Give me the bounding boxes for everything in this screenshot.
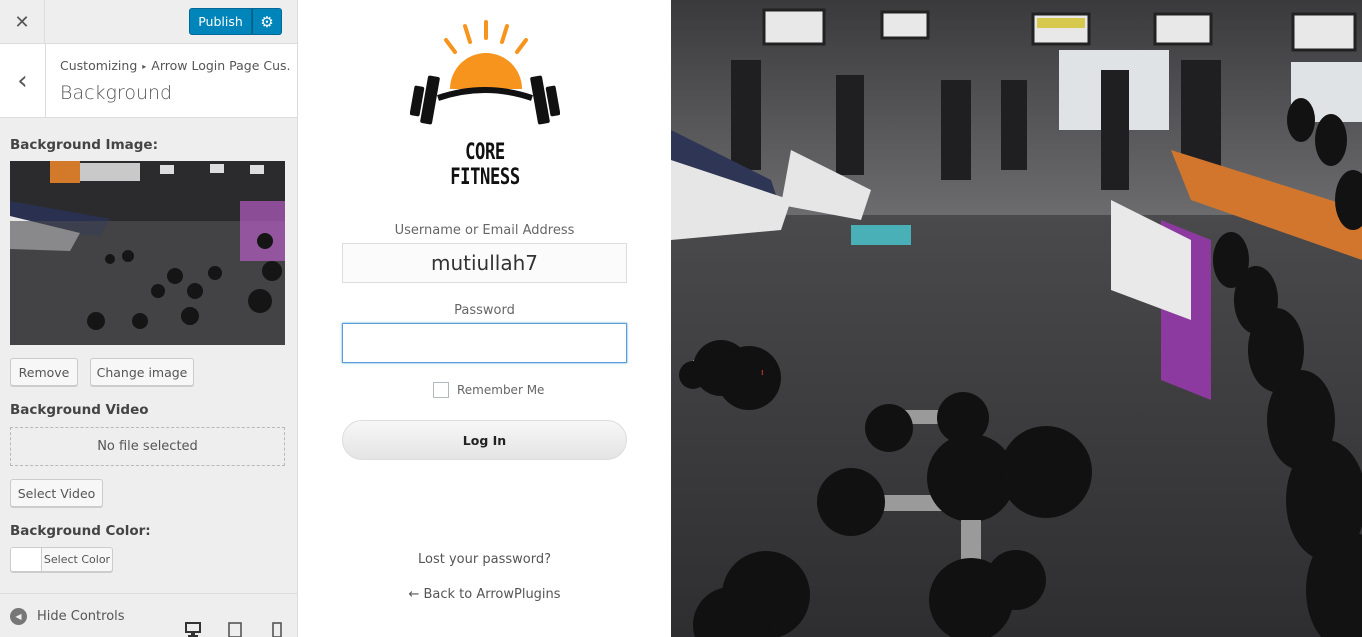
login-background-image: ı: [671, 0, 1362, 637]
publish-button[interactable]: Publish: [189, 8, 252, 35]
collapse-icon: ◀: [10, 608, 27, 625]
change-image-button[interactable]: Change image: [90, 358, 194, 386]
password-label: Password: [454, 303, 515, 318]
section-header: ‹ Customizing ▸ Arrow Login Page Cus... Ba…: [0, 44, 297, 118]
customizer-sidebar: ✕ Publish ⚙ ‹ Customizing ▸ Arrow Login Pa…: [0, 0, 298, 637]
customizer-footer: ◀ Hide Controls: [0, 593, 297, 637]
remove-image-button[interactable]: Remove: [10, 358, 78, 386]
publish-settings-button[interactable]: ⚙: [252, 8, 282, 35]
remember-me-row: Remember Me: [433, 382, 544, 398]
section-title: Background: [60, 82, 173, 104]
background-image-thumbnail[interactable]: [10, 161, 285, 345]
username-label: Username or Email Address: [394, 223, 575, 238]
desktop-icon[interactable]: [185, 620, 201, 637]
hide-controls-button[interactable]: ◀ Hide Controls: [10, 608, 125, 625]
username-input[interactable]: mutiullah7: [342, 243, 627, 283]
gear-icon: ⚙: [260, 12, 274, 31]
customizer-header: ✕ Publish ⚙: [0, 0, 297, 44]
chevron-left-icon: ‹: [17, 65, 28, 96]
password-input[interactable]: [342, 323, 627, 363]
tablet-icon[interactable]: [227, 620, 243, 637]
lost-password-link[interactable]: Lost your password?: [342, 552, 627, 567]
background-color-label: Background Color:: [10, 523, 151, 539]
breadcrumb-parent: Customizing: [60, 58, 138, 73]
mobile-icon[interactable]: [269, 620, 285, 637]
select-color-label: Select Color: [43, 553, 111, 566]
select-video-button[interactable]: Select Video: [10, 479, 103, 507]
breadcrumb-current: Arrow Login Page Cus...: [151, 58, 290, 73]
sun-barbell-icon: [409, 20, 561, 125]
dumbbell-weight-mark: ı: [761, 368, 764, 378]
remember-me-checkbox[interactable]: [433, 382, 449, 398]
logo-text: CORE FITNESS: [450, 140, 520, 190]
color-swatch: [11, 548, 42, 571]
select-color-button[interactable]: Select Color: [10, 547, 113, 572]
log-in-button[interactable]: Log In: [342, 420, 627, 460]
breadcrumb: Customizing ▸ Arrow Login Page Cus...: [60, 58, 290, 73]
back-to-site-link[interactable]: ← Back to ArrowPlugins: [342, 587, 627, 602]
background-video-label: Background Video: [10, 402, 149, 418]
core-fitness-logo: CORE FITNESS: [409, 16, 561, 190]
remember-me-label: Remember Me: [457, 383, 545, 397]
login-panel: CORE FITNESS Username or Email Address m…: [298, 0, 671, 637]
background-image-label: Background Image:: [10, 137, 158, 153]
close-button[interactable]: ✕: [0, 0, 45, 44]
back-button[interactable]: ‹: [0, 44, 46, 117]
close-icon: ✕: [14, 11, 30, 33]
breadcrumb-separator-icon: ▸: [142, 62, 147, 71]
video-dropzone[interactable]: No file selected: [10, 427, 285, 466]
hide-controls-label: Hide Controls: [37, 609, 125, 624]
